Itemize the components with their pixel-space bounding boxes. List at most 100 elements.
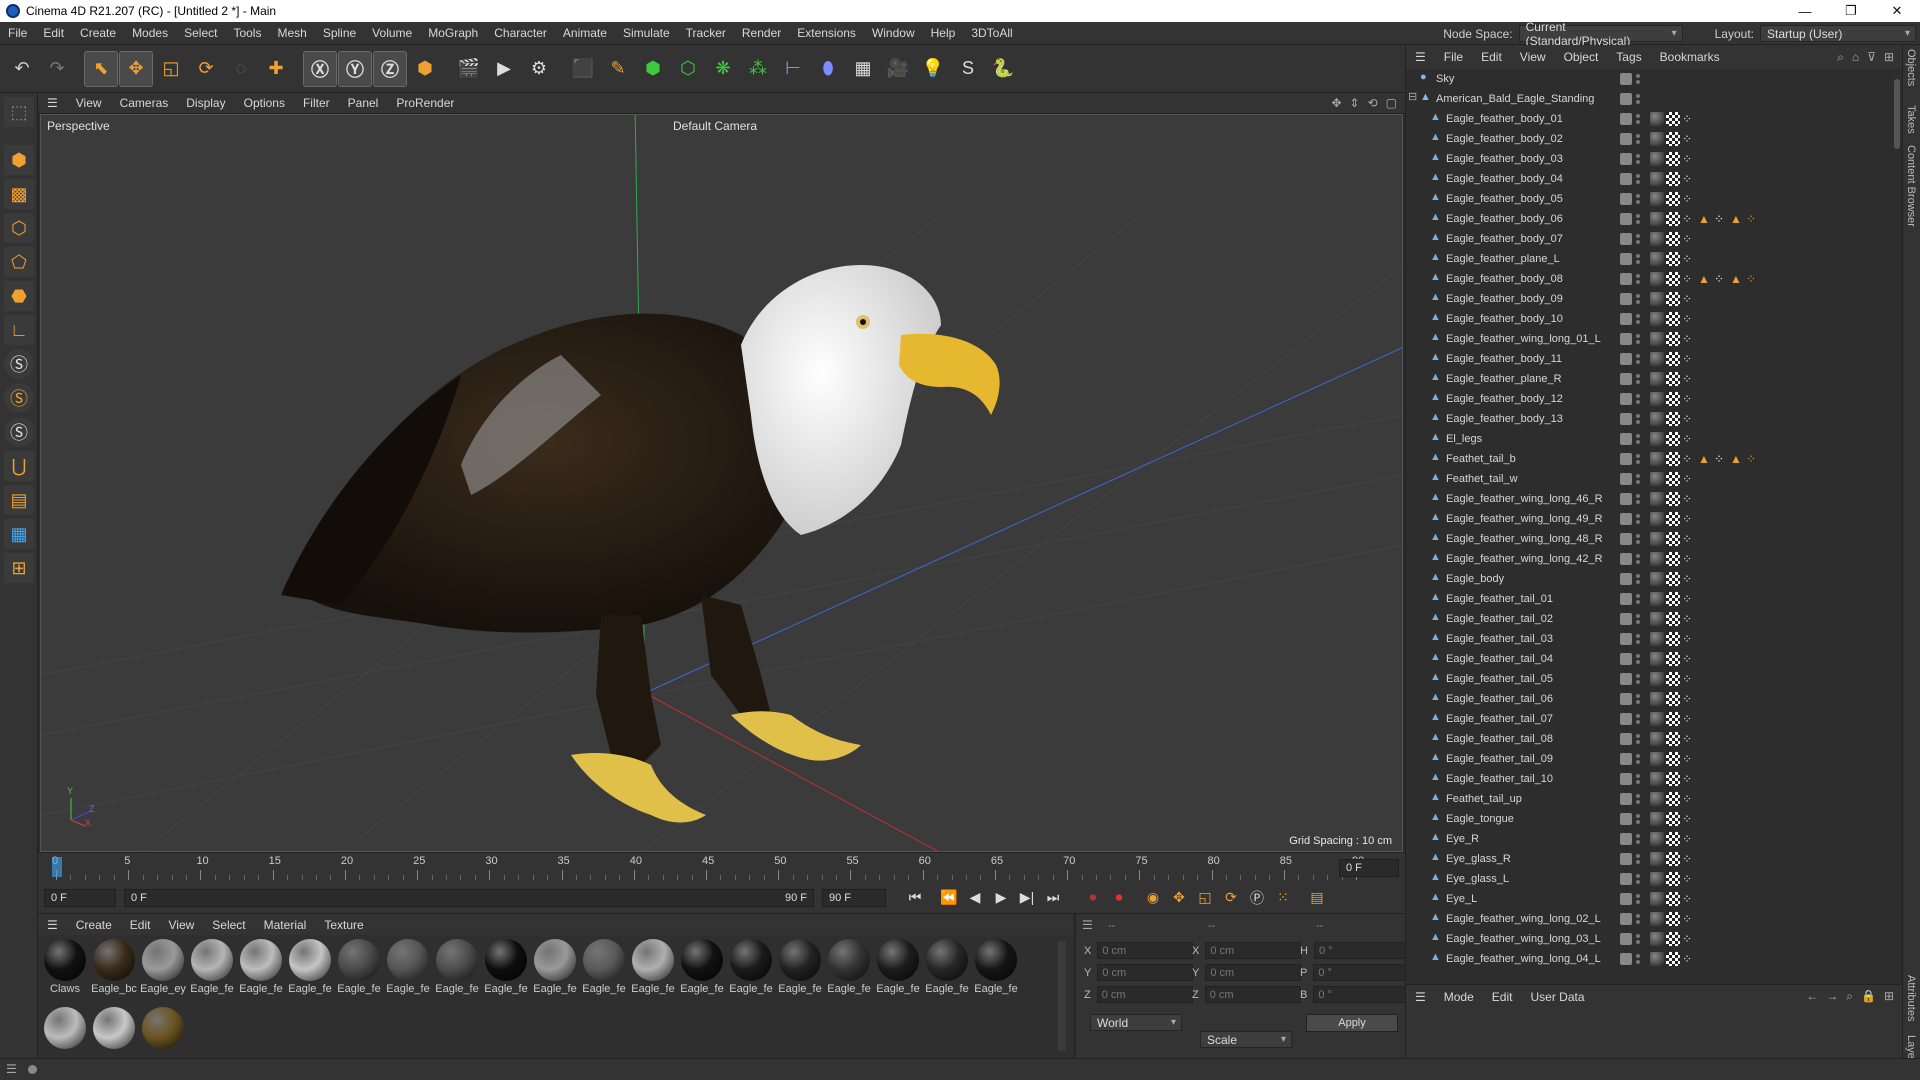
object-row[interactable]: ▲ Eagle_feather_tail_02 ⁘ [1406,609,1902,629]
material-tag-icon[interactable] [1650,292,1664,306]
menu-item-extensions[interactable]: Extensions [789,26,864,40]
material-tag-icon[interactable] [1650,392,1664,406]
material-swatch[interactable]: Eagle_fe [875,939,921,997]
add-icon[interactable]: ✚ [260,52,292,86]
coord-value-field[interactable]: 0 cm [1204,986,1301,1003]
texture-tag-icon[interactable] [1666,292,1680,306]
material-swatch[interactable]: Eagle_fe [924,939,970,997]
tag-icon[interactable]: ⁘ [1682,952,1696,966]
object-row[interactable]: ▲ Eagle_feather_tail_06 ⁘ [1406,689,1902,709]
visibility-check-icon[interactable] [1620,113,1632,125]
tag-icon[interactable]: ⁘ [1682,872,1696,886]
coord-value-field[interactable]: 0 cm [1097,942,1194,959]
forward-arrow-icon[interactable]: → [1826,989,1838,1004]
texture-tag-icon[interactable] [1666,632,1680,646]
rotate-view-icon[interactable]: ⟲ [1368,96,1378,110]
coord-value-field[interactable]: 0 cm [1205,942,1302,959]
editor-render-dots-icon[interactable] [1636,133,1640,145]
side-tab-objects[interactable]: Objects [1905,49,1917,86]
tag-icon[interactable]: ⁘ [1746,212,1760,226]
visibility-check-icon[interactable] [1620,213,1632,225]
texture-tag-icon[interactable] [1666,852,1680,866]
texture-tag-icon[interactable] [1666,832,1680,846]
tag-icon[interactable]: ⁘ [1714,452,1728,466]
material-tag-icon[interactable] [1650,552,1664,566]
editor-render-dots-icon[interactable] [1636,833,1640,845]
visibility-check-icon[interactable] [1620,233,1632,245]
texture-tag-icon[interactable] [1666,892,1680,906]
visibility-check-icon[interactable] [1620,513,1632,525]
editor-render-dots-icon[interactable] [1636,473,1640,485]
visibility-check-icon[interactable] [1620,773,1632,785]
material-tag-icon[interactable] [1650,592,1664,606]
menu-item-spline[interactable]: Spline [315,26,364,40]
tag-icon[interactable]: ⁘ [1682,932,1696,946]
floor-icon[interactable]: ▦ [847,52,879,86]
object-row[interactable]: ▲ Eagle_feather_wing_long_46_R ⁘ [1406,489,1902,509]
editor-render-dots-icon[interactable] [1636,553,1640,565]
size-mode-select[interactable]: Scale [1200,1031,1292,1048]
object-row[interactable]: ▲ Eye_L ⁘ [1406,889,1902,909]
material-tag-icon[interactable] [1650,272,1664,286]
menu-item-mograph[interactable]: MoGraph [420,26,486,40]
editor-render-dots-icon[interactable] [1636,513,1640,525]
menu-item-help[interactable]: Help [923,26,964,40]
viewport-menu-item-filter[interactable]: Filter [294,96,339,110]
material-swatch[interactable]: Eagle_fe [630,939,676,997]
play-icon[interactable]: ▶ [988,886,1014,910]
texture-tag-icon[interactable] [1666,112,1680,126]
new-window-icon[interactable]: ⊞ [1884,50,1894,65]
viewport-menu-item-cameras[interactable]: Cameras [111,96,178,110]
visibility-check-icon[interactable] [1620,493,1632,505]
object-row[interactable]: ▲ Eagle_feather_wing_long_01_L ⁘ [1406,329,1902,349]
texture-tag-icon[interactable] [1666,192,1680,206]
material-swatch[interactable]: Eagle_fe [287,939,333,997]
texture-tag-icon[interactable] [1666,392,1680,406]
object-row[interactable]: ● Sky [1406,69,1902,89]
material-menu-item-create[interactable]: Create [67,918,121,932]
texture-tag-icon[interactable] [1666,872,1680,886]
texture-tag-icon[interactable] [1666,452,1680,466]
texture-tag-icon[interactable] [1666,372,1680,386]
material-swatch[interactable]: Eagle_bc [91,939,137,997]
editor-render-dots-icon[interactable] [1636,453,1640,465]
timeline-window-icon[interactable]: ▤ [1304,886,1330,910]
object-row[interactable]: ▲ Eagle_feather_wing_long_49_R ⁘ [1406,509,1902,529]
quantize-icon[interactable]: Ⓢ [4,417,34,447]
object-row[interactable]: ▲ Eagle_feather_body_08 ⁘ ▲ ⁘ ▲ ⁘ [1406,269,1902,289]
tag-icon[interactable]: ▲ [1698,452,1712,466]
texture-tag-icon[interactable] [1666,912,1680,926]
texture-tag-icon[interactable] [1666,472,1680,486]
menu-item-3dtoall[interactable]: 3DToAll [963,26,1020,40]
cloner-icon[interactable]: ❋ [707,52,739,86]
editor-render-dots-icon[interactable] [1636,213,1640,225]
extrude-icon[interactable]: ⬡ [672,52,704,86]
material-swatch[interactable] [140,1007,186,1065]
menu-item-tracker[interactable]: Tracker [678,26,734,40]
material-swatch[interactable]: Eagle_fe [189,939,235,997]
texture-tag-icon[interactable] [1666,652,1680,666]
texture-tag-icon[interactable] [1666,712,1680,726]
coordinate-mode-select[interactable]: World [1090,1014,1182,1031]
visibility-check-icon[interactable] [1620,933,1632,945]
material-tag-icon[interactable] [1650,352,1664,366]
editor-render-dots-icon[interactable] [1636,773,1640,785]
apply-button[interactable]: Apply [1306,1014,1398,1032]
polygons-mode-icon[interactable]: ⬣ [4,281,34,311]
attr-search-icon[interactable]: ⌕ [1846,989,1853,1004]
tag-icon[interactable]: ▲ [1698,272,1712,286]
editor-render-dots-icon[interactable] [1636,113,1640,125]
editor-render-dots-icon[interactable] [1636,713,1640,725]
editor-render-dots-icon[interactable] [1636,333,1640,345]
object-row[interactable]: ▲ Eagle_feather_tail_07 ⁘ [1406,709,1902,729]
render-settings-icon[interactable]: ⚙ [523,52,555,86]
key-parameter-icon[interactable]: Ⓟ [1244,886,1270,910]
material-tag-icon[interactable] [1650,512,1664,526]
tag-icon[interactable]: ⁘ [1682,812,1696,826]
redo-icon[interactable]: ↷ [41,52,73,86]
material-tag-icon[interactable] [1650,732,1664,746]
key-pla-icon[interactable]: ⁙ [1270,886,1296,910]
material-swatch[interactable]: Eagle_fe [728,939,774,997]
material-tag-icon[interactable] [1650,652,1664,666]
menu-item-tools[interactable]: Tools [225,26,269,40]
